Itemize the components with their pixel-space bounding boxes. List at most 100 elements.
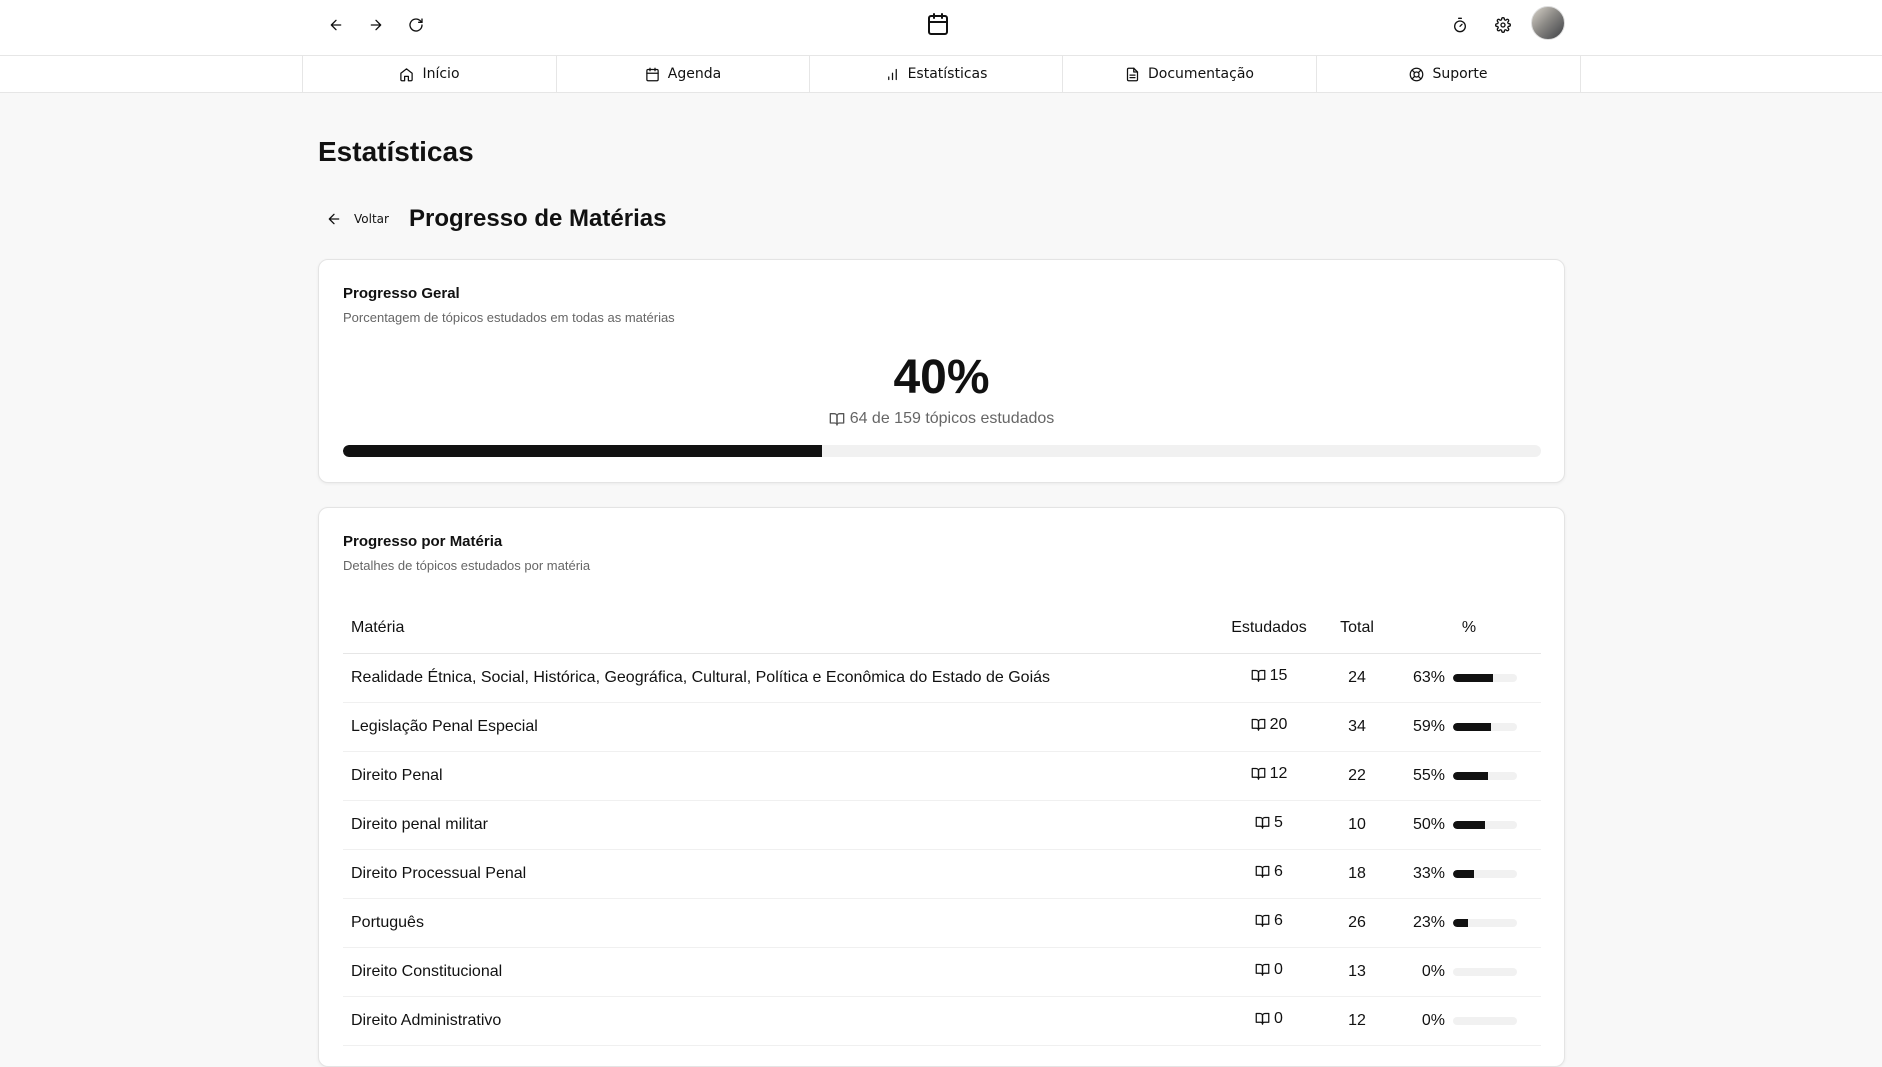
tab-label: Agenda (667, 66, 722, 82)
percent-value: 33% (1412, 864, 1445, 882)
refresh-button[interactable] (400, 9, 432, 41)
tab-estatisticas[interactable]: Estatísticas (809, 56, 1062, 92)
total-count: 22 (1317, 751, 1397, 801)
percent-cell: 23% (1397, 898, 1541, 948)
studied-cell: 15 (1221, 653, 1317, 703)
table-row[interactable]: Português 6 26 23% (343, 898, 1541, 948)
calendar-icon (646, 67, 659, 81)
percent-cell: 55% (1397, 751, 1541, 801)
studied-count: 6 (1274, 862, 1283, 880)
progress-bar (1453, 673, 1517, 682)
progress-bar (1453, 722, 1517, 731)
app-logo[interactable] (922, 8, 954, 40)
studied-cell: 0 (1221, 947, 1317, 997)
refresh-icon (409, 18, 423, 32)
table-row[interactable]: Direito Constitucional 0 13 0% (343, 947, 1541, 997)
progress-fill (1453, 673, 1494, 682)
arrow-left-icon (328, 213, 340, 225)
progress-bar (1453, 1016, 1517, 1025)
lifebuoy-icon (1410, 67, 1424, 81)
progress-bar (1453, 869, 1517, 878)
section-title: Progresso de Matérias (409, 205, 667, 232)
percent-cell: 0% (1397, 947, 1541, 997)
tab-documentacao[interactable]: Documentação (1062, 56, 1316, 92)
progress-fill (1453, 869, 1475, 878)
percent-cell: 50% (1397, 800, 1541, 850)
subject-name: Direito Administrativo (343, 996, 1221, 1046)
subject-name: Direito penal militar (343, 800, 1221, 850)
table-row[interactable]: Direito Processual Penal 6 18 33% (343, 849, 1541, 899)
overall-progress-fill (343, 445, 823, 457)
studied-count: 6 (1274, 911, 1283, 929)
table-row[interactable]: Direito Penal 12 22 55% (343, 751, 1541, 801)
arrow-left-icon (330, 19, 342, 31)
percent-value: 50% (1412, 815, 1445, 833)
tab-label: Suporte (1432, 66, 1488, 82)
main-nav: Início Agenda Estatísticas Documentação … (0, 56, 1882, 93)
subject-name: Direito Penal (343, 751, 1221, 801)
progress-fill (1453, 722, 1491, 731)
card-title: Progresso Geral (343, 285, 460, 302)
progress-bar (1453, 967, 1517, 976)
subject-name: Realidade Étnica, Social, Histórica, Geo… (343, 653, 1221, 703)
studied-text: 64 de 159 tópicos estudados (849, 410, 1055, 427)
studied-count: 15 (1269, 666, 1288, 684)
table-row[interactable]: Realidade Étnica, Social, Histórica, Geo… (343, 653, 1541, 703)
header-subject[interactable]: Matéria (343, 604, 1221, 654)
gear-icon (1495, 17, 1511, 33)
bar-chart-icon (887, 68, 897, 80)
percent-value: 63% (1412, 668, 1445, 686)
header-studied[interactable]: Estudados (1221, 604, 1317, 654)
header-total[interactable]: Total (1317, 604, 1397, 654)
percent-value: 55% (1412, 766, 1445, 784)
progress-bar (1453, 771, 1517, 780)
progress-fill (1453, 918, 1468, 927)
progress-bar (1453, 820, 1517, 829)
subject-progress-card: Progresso por Matéria Detalhes de tópico… (318, 507, 1565, 1067)
table-row[interactable]: Legislação Penal Especial 20 34 59% (343, 702, 1541, 752)
header-percent[interactable]: % (1397, 604, 1541, 654)
tab-label: Estatísticas (907, 66, 988, 82)
tab-suporte[interactable]: Suporte (1316, 56, 1581, 92)
book-open-icon (1255, 1013, 1270, 1025)
total-count: 24 (1317, 653, 1397, 703)
back-button[interactable]: Voltar (326, 207, 389, 231)
total-count: 12 (1317, 996, 1397, 1046)
top-bar (0, 0, 1882, 56)
card-title: Progresso por Matéria (343, 533, 503, 550)
tab-agenda[interactable]: Agenda (556, 56, 809, 92)
percent-cell: 33% (1397, 849, 1541, 899)
percent-value: 23% (1412, 913, 1445, 931)
card-description: Detalhes de tópicos estudados por matéri… (343, 558, 591, 573)
studied-count: 20 (1269, 715, 1288, 733)
percent-cell: 63% (1397, 653, 1541, 703)
user-avatar[interactable] (1531, 6, 1565, 40)
forward-nav-button[interactable] (360, 9, 392, 41)
table-row[interactable]: Direito Administrativo 0 12 0% (343, 996, 1541, 1046)
progress-fill (1453, 820, 1485, 829)
back-nav-button[interactable] (320, 9, 352, 41)
total-count: 10 (1317, 800, 1397, 850)
studied-cell: 6 (1221, 849, 1317, 899)
tab-inicio[interactable]: Início (302, 56, 556, 92)
studied-cell: 12 (1221, 751, 1317, 801)
subject-name: Direito Processual Penal (343, 849, 1221, 899)
total-count: 26 (1317, 898, 1397, 948)
studied-cell: 0 (1221, 996, 1317, 1046)
studied-count: 5 (1274, 813, 1283, 831)
studied-count: 12 (1269, 764, 1288, 782)
timer-button[interactable] (1444, 9, 1476, 41)
studied-cell: 5 (1221, 800, 1317, 850)
page-title: Estatísticas (318, 136, 474, 167)
subject-table: Matéria Estudados Total % Realidade Étni… (343, 604, 1541, 1046)
percent-cell: 59% (1397, 702, 1541, 752)
settings-button[interactable] (1487, 9, 1519, 41)
table-row[interactable]: Direito penal militar 5 10 50% (343, 800, 1541, 850)
percent-value: 0% (1421, 962, 1445, 980)
overall-progress-bar (343, 445, 1541, 457)
progress-bar (1453, 918, 1517, 927)
home-icon (400, 67, 414, 81)
card-description: Porcentagem de tópicos estudados em toda… (343, 310, 675, 325)
arrow-right-icon (370, 19, 382, 31)
book-open-icon (829, 413, 845, 426)
